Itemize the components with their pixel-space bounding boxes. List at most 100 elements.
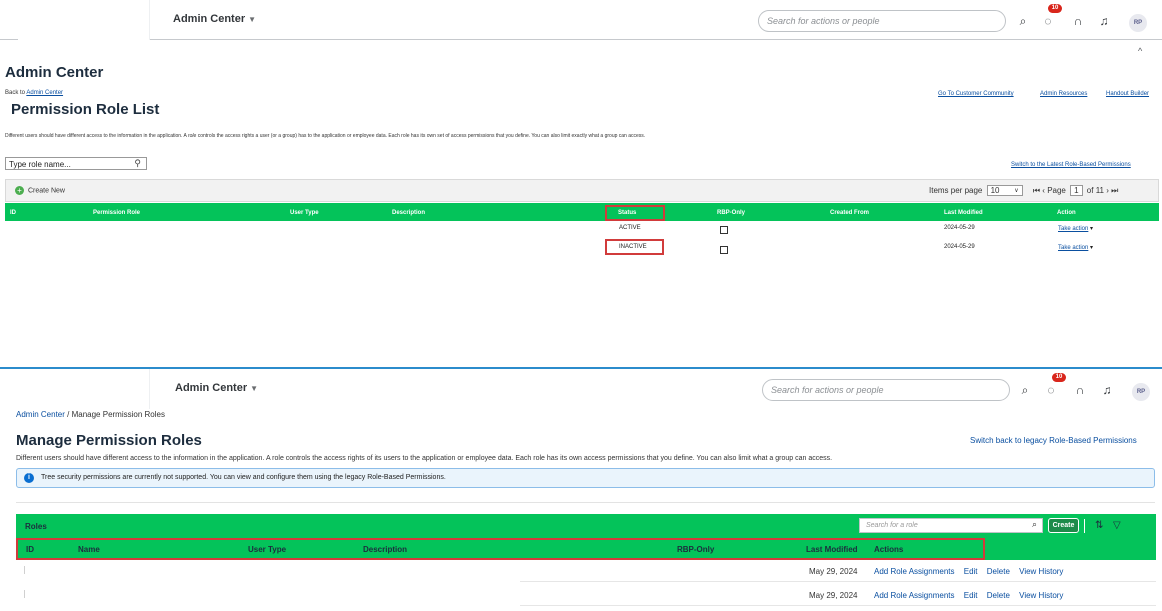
switch-back-legacy-link[interactable]: Switch back to legacy Role-Based Permiss…: [970, 436, 1137, 445]
chevron-down-icon: ∨: [1014, 188, 1019, 194]
col-id[interactable]: ID: [10, 210, 16, 216]
rbp-only-checkbox[interactable]: [720, 246, 728, 254]
legacy-table-header: ID Permission Role User Type Description…: [5, 203, 1159, 221]
add-role-assignments-link[interactable]: Add Role Assignments: [874, 567, 955, 576]
description-pre: Different users should have different ac…: [5, 133, 188, 139]
todo-icon[interactable]: ◌: [1044, 383, 1058, 397]
col-action[interactable]: Action: [1057, 210, 1076, 216]
roles-table-toolbar: Roles Search for a role ⌕ Create ⇅ ▽: [16, 514, 1156, 538]
notification-count-badge: 10: [1048, 4, 1062, 13]
create-new-button[interactable]: + Create New: [15, 186, 65, 195]
page-label: Page: [1047, 186, 1066, 195]
shell-bar-legacy: Admin Center ▼ Search for actions or peop…: [0, 0, 1162, 40]
search-icon[interactable]: ⌕: [1016, 14, 1030, 28]
take-action-menu[interactable]: Take action ▾: [1058, 244, 1093, 251]
company-logo[interactable]: [18, 369, 150, 409]
pagination: Items per page 10 ∨ ⏮ ‹ Page 1 of 11 › ⏭: [929, 185, 1118, 196]
info-message-text: Tree security permissions are currently …: [41, 474, 446, 481]
headset-icon[interactable]: ∩: [1073, 383, 1087, 397]
user-avatar[interactable]: RP: [1129, 14, 1147, 32]
search-icon[interactable]: ⌕: [1018, 383, 1032, 397]
role-search-input[interactable]: Search for a role ⌕: [859, 518, 1043, 533]
shell-bar-modern: Admin Center ▼ Search for actions or peop…: [0, 367, 1162, 409]
user-avatar[interactable]: RP: [1132, 383, 1150, 401]
last-modified-cell: 2024-05-29: [944, 244, 975, 250]
bell-icon[interactable]: ♫: [1097, 14, 1111, 28]
page-title: Manage Permission Roles: [16, 432, 202, 449]
col-description[interactable]: Description: [392, 210, 425, 216]
inactive-status-highlight: [605, 239, 664, 255]
switch-to-latest-rbp-link[interactable]: Switch to the Latest Role-Based Permissi…: [1011, 162, 1131, 168]
prev-page-icon[interactable]: ‹: [1042, 186, 1045, 195]
create-role-button[interactable]: Create: [1048, 518, 1079, 533]
admin-resources-link[interactable]: Admin Resources: [1040, 91, 1087, 97]
next-page-icon[interactable]: ›: [1106, 186, 1109, 195]
page-description: Different users should have different ac…: [16, 455, 833, 462]
page-title: Admin Center: [5, 64, 104, 81]
col-permission-role[interactable]: Permission Role: [93, 210, 140, 216]
take-action-label[interactable]: Take action: [1058, 226, 1088, 232]
delete-link[interactable]: Delete: [987, 567, 1010, 576]
role-name-value: Type role name...: [9, 160, 71, 169]
breadcrumb-admin-center-link[interactable]: Admin Center: [16, 410, 65, 419]
take-action-label[interactable]: Take action: [1058, 245, 1088, 251]
divider: [16, 502, 1155, 503]
take-action-menu[interactable]: Take action ▾: [1058, 225, 1093, 232]
back-link-row: Back to Admin Center: [5, 90, 63, 96]
col-rbp-only[interactable]: RBP-Only: [717, 210, 745, 216]
info-icon: i: [24, 473, 34, 483]
bell-icon[interactable]: ♫: [1100, 383, 1114, 397]
columns-header-highlight: [16, 538, 985, 560]
search-icon[interactable]: ⌕: [1032, 519, 1037, 530]
company-logo[interactable]: [18, 0, 150, 40]
row-marker: [24, 566, 25, 574]
row-marker: [24, 590, 25, 598]
sort-icon[interactable]: ⇅: [1095, 520, 1103, 531]
table-toolbar: + Create New Items per page 10 ∨ ⏮ ‹ Page …: [5, 179, 1159, 202]
row-actions: Add Role Assignments Edit Delete View Hi…: [874, 567, 1070, 576]
table-row: May 29, 2024 Add Role Assignments Edit D…: [16, 584, 1156, 606]
todo-icon[interactable]: ◌: [1041, 14, 1055, 28]
col-created-from[interactable]: Created From: [830, 210, 869, 216]
app-title-menu[interactable]: Admin Center ▼: [175, 382, 258, 394]
breadcrumb-current: Manage Permission Roles: [71, 410, 165, 419]
items-per-page-select[interactable]: 10 ∨: [986, 185, 1023, 196]
add-role-assignments-link[interactable]: Add Role Assignments: [874, 591, 955, 600]
dropdown-icon[interactable]: ▾: [1090, 245, 1093, 251]
col-last-modified[interactable]: Last Modified: [944, 210, 983, 216]
handout-builder-link[interactable]: Handout Builder: [1106, 91, 1149, 97]
page-number-input[interactable]: 1: [1070, 185, 1083, 196]
global-search-input[interactable]: Search for actions or people: [762, 379, 1010, 401]
headset-icon[interactable]: ∩: [1071, 14, 1085, 28]
status-header-highlight: [605, 205, 665, 221]
toolbar-separator: [1084, 519, 1085, 533]
dropdown-icon[interactable]: ▾: [1090, 226, 1093, 232]
last-page-icon[interactable]: ⏭: [1111, 186, 1118, 195]
rbp-only-checkbox[interactable]: [720, 226, 728, 234]
edit-link[interactable]: Edit: [964, 567, 978, 576]
permission-role-list-title: Permission Role List: [11, 101, 160, 118]
edit-link[interactable]: Edit: [964, 591, 978, 600]
last-modified-cell: May 29, 2024: [809, 591, 858, 600]
delete-link[interactable]: Delete: [987, 591, 1010, 600]
breadcrumb-separator: /: [64, 410, 72, 419]
last-modified-cell: May 29, 2024: [809, 567, 858, 576]
filter-icon[interactable]: ▽: [1113, 520, 1121, 531]
items-per-page-label: Items per page: [929, 186, 983, 195]
app-title-menu[interactable]: Admin Center ▼: [173, 13, 256, 25]
roles-table-title: Roles: [25, 522, 47, 531]
collapse-header-icon[interactable]: ^: [1138, 46, 1142, 56]
view-history-link[interactable]: View History: [1019, 591, 1063, 600]
global-search-input[interactable]: Search for actions or people: [758, 10, 1006, 32]
table-row: May 29, 2024 Add Role Assignments Edit D…: [16, 560, 1156, 582]
notification-count-badge: 10: [1052, 373, 1066, 382]
app-title-label: Admin Center: [175, 382, 248, 394]
search-icon[interactable]: ⚲: [134, 158, 141, 169]
col-user-type[interactable]: User Type: [290, 210, 319, 216]
back-to-admin-center-link[interactable]: Admin Center: [26, 90, 63, 96]
customer-community-link[interactable]: Go To Customer Community: [938, 91, 1014, 97]
first-page-icon[interactable]: ⏮: [1033, 186, 1040, 195]
view-history-link[interactable]: View History: [1019, 567, 1063, 576]
role-name-search-input[interactable]: Type role name... ⚲: [5, 157, 147, 170]
row-actions: Add Role Assignments Edit Delete View Hi…: [874, 591, 1070, 600]
